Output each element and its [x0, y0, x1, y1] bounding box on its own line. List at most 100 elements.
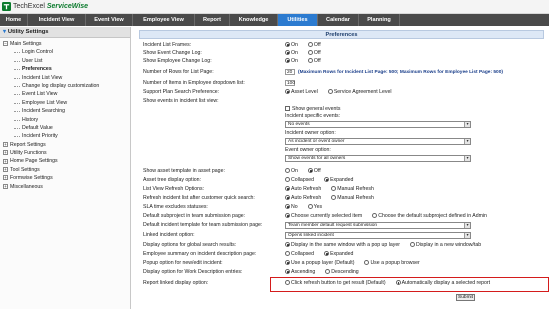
radio-option[interactable]: No [285, 204, 298, 210]
chevron-down-icon[interactable]: ▼ [464, 233, 470, 238]
chevron-down-icon[interactable]: ▼ [464, 223, 470, 228]
radio-checked-icon[interactable] [285, 195, 290, 201]
radio-unchecked-icon[interactable] [307, 50, 313, 56]
sidebar-item-report-settings[interactable]: + Report Settings [0, 141, 130, 149]
radio-checked-icon[interactable] [285, 242, 290, 248]
chevron-down-icon[interactable]: ▼ [464, 156, 470, 161]
radio-unchecked-icon[interactable] [410, 242, 415, 248]
radio-unchecked-icon[interactable] [331, 186, 337, 192]
radio-option[interactable]: On [285, 168, 298, 174]
radio-checked-icon[interactable] [285, 204, 290, 210]
chevron-down-icon[interactable]: ▼ [464, 122, 470, 127]
radio-option[interactable]: Collapsed [285, 177, 314, 183]
radio-checked-icon[interactable] [285, 89, 290, 95]
collapse-icon[interactable]: − [3, 41, 8, 47]
expand-icon[interactable]: + [3, 183, 8, 189]
radio-checked-icon[interactable] [324, 177, 330, 183]
radio-option[interactable]: Service Agreement Level [327, 89, 392, 95]
radio-unchecked-icon[interactable] [331, 195, 337, 201]
sidebar-item-default-value[interactable]: Default Value [0, 124, 130, 132]
radio-option[interactable]: Collapsed [285, 251, 314, 257]
radio-checked-icon[interactable] [285, 260, 290, 266]
sidebar-item-main-settings[interactable]: − Main Settings [0, 40, 130, 48]
nav-tab-employee-view[interactable]: Employee View [133, 14, 195, 26]
sidebar-item-home-page-settings[interactable]: + Home Page Settings [0, 157, 130, 165]
chevron-down-icon[interactable]: ▼ [464, 139, 470, 144]
sidebar-item-change-log-display-customization[interactable]: Change log display customization [0, 82, 130, 90]
checkbox-icon[interactable] [285, 106, 290, 112]
radio-option[interactable]: Descending [325, 269, 359, 275]
nav-tab-event-view[interactable]: Event View [86, 14, 133, 26]
nav-tab-home[interactable]: Home [0, 14, 28, 26]
expand-icon[interactable]: + [3, 150, 8, 156]
radio-option[interactable]: Auto Refresh [285, 186, 321, 192]
radio-option[interactable]: Manual Refresh [331, 186, 374, 192]
radio-unchecked-icon[interactable] [372, 213, 378, 219]
radio-option[interactable]: On [285, 42, 298, 48]
radio-checked-icon[interactable] [285, 213, 290, 219]
radio-option[interactable]: Off [307, 50, 321, 56]
dropdown-select[interactable]: Opens linked incident ▼ [285, 232, 471, 239]
sidebar-item-miscellaneous[interactable]: + Miscellaneous [0, 183, 130, 191]
radio-option[interactable]: Choose currently selected item [285, 213, 362, 219]
radio-option[interactable]: Yes [307, 204, 322, 210]
sidebar-item-utility-functions[interactable]: + Utility Functions [0, 149, 130, 157]
radio-unchecked-icon[interactable] [307, 42, 313, 48]
radio-option[interactable]: Automatically display a selected report [395, 280, 490, 286]
radio-option[interactable]: Expanded [324, 177, 353, 183]
sidebar-item-event-list-view[interactable]: Event List View [0, 90, 130, 98]
expand-icon[interactable]: + [3, 175, 8, 181]
sidebar-item-user-list[interactable]: User List [0, 57, 130, 65]
radio-option[interactable]: Choose the default subproject defined in… [372, 213, 487, 219]
radio-checked-icon[interactable] [285, 186, 290, 192]
sidebar-item-incident-list-view[interactable]: Incident List View [0, 74, 130, 82]
sidebar-item-login-control[interactable]: Login Control [0, 48, 130, 56]
radio-checked-icon[interactable] [307, 168, 313, 174]
radio-unchecked-icon[interactable] [285, 177, 290, 183]
expand-icon[interactable]: + [3, 158, 8, 164]
radio-unchecked-icon[interactable] [285, 168, 290, 174]
dropdown-select[interactable]: No events ▼ [285, 121, 471, 128]
radio-unchecked-icon[interactable] [327, 89, 333, 95]
radio-checked-icon[interactable] [285, 58, 290, 64]
dropdown-select[interactable]: As incident or event owner ▼ [285, 138, 471, 145]
checkbox-option[interactable]: Show general events [285, 106, 340, 112]
sidebar-item-formwise-settings[interactable]: + Formwise Settings [0, 174, 130, 182]
sidebar-header[interactable]: ▾ Utility Settings [0, 27, 130, 38]
nav-tab-knowledge[interactable]: Knowledge [230, 14, 278, 26]
radio-option[interactable]: On [285, 58, 298, 64]
sidebar-item-employee-list-view[interactable]: Employee List View [0, 99, 130, 107]
radio-option[interactable]: Off [307, 58, 321, 64]
sidebar-item-history[interactable]: History [0, 116, 130, 124]
radio-unchecked-icon[interactable] [364, 260, 370, 266]
nav-tab-planning[interactable]: Planning [359, 14, 400, 26]
radio-option[interactable]: Display in a new window/tab [410, 242, 481, 248]
radio-unchecked-icon[interactable] [325, 269, 331, 275]
number-input[interactable]: 100 [285, 80, 295, 86]
radio-option[interactable]: On [285, 50, 298, 56]
sidebar-item-tool-settings[interactable]: + Tool Settings [0, 166, 130, 174]
radio-option[interactable]: Off [307, 42, 321, 48]
dropdown-select[interactable]: Team member default request submission ▼ [285, 222, 471, 229]
radio-unchecked-icon[interactable] [307, 58, 313, 64]
radio-option[interactable]: Ascending [285, 269, 315, 275]
radio-option[interactable]: Click refresh button to get result (Defa… [285, 280, 386, 286]
radio-checked-icon[interactable] [395, 280, 401, 286]
nav-tab-calendar[interactable]: Calendar [318, 14, 359, 26]
radio-unchecked-icon[interactable] [285, 280, 290, 286]
radio-option[interactable]: Manual Refresh [331, 195, 374, 201]
radio-unchecked-icon[interactable] [285, 251, 290, 257]
radio-option[interactable]: Use a popup browser [364, 260, 420, 266]
nav-tab-incident-view[interactable]: Incident View [28, 14, 86, 26]
sidebar-item-preferences[interactable]: Preferences [0, 65, 130, 73]
radio-option[interactable]: Use a popup layer (Default) [285, 260, 354, 266]
submit-button[interactable]: Submit [456, 294, 475, 301]
radio-option[interactable]: Display in the same window with a pop up… [285, 242, 400, 248]
radio-checked-icon[interactable] [285, 42, 290, 48]
sidebar-item-incident-searching[interactable]: Incident Searching [0, 107, 130, 115]
radio-unchecked-icon[interactable] [307, 204, 313, 210]
expand-icon[interactable]: + [3, 166, 8, 172]
nav-tab-utilities[interactable]: Utilities [278, 14, 318, 26]
radio-option[interactable]: Expanded [324, 251, 353, 257]
dropdown-select[interactable]: Show events for all owners ▼ [285, 155, 471, 162]
